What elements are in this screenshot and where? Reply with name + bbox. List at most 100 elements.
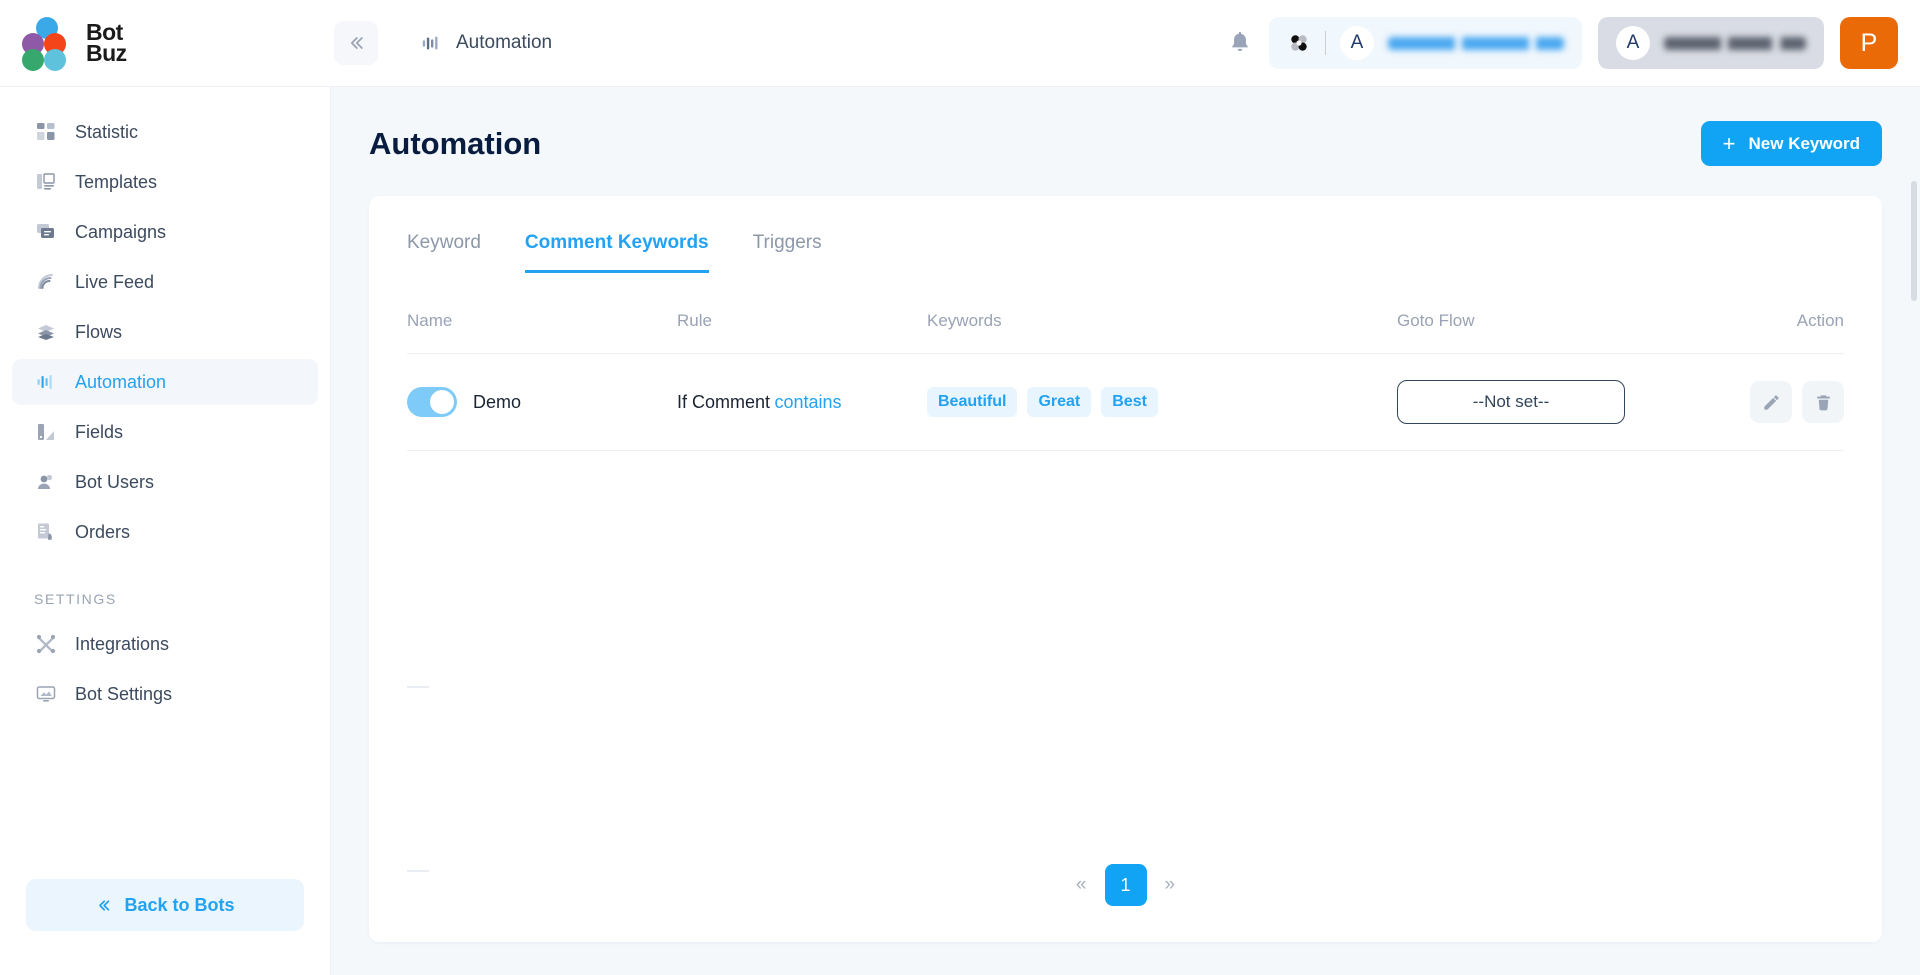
column-header-keywords: Keywords bbox=[927, 311, 1397, 354]
edit-row-button[interactable] bbox=[1750, 381, 1792, 423]
chip-divider bbox=[1325, 31, 1326, 55]
live-feed-signal-icon bbox=[34, 270, 58, 294]
topbar-right-group: A A P bbox=[1227, 17, 1920, 69]
sidebar-item-label: Orders bbox=[75, 521, 131, 542]
main-content: Automation + New Keyword Keyword Comment… bbox=[331, 87, 1920, 975]
templates-icon bbox=[34, 170, 58, 194]
row-name: Demo bbox=[473, 391, 522, 412]
new-keyword-button[interactable]: + New Keyword bbox=[1700, 121, 1882, 166]
tab-comment-keywords[interactable]: Comment Keywords bbox=[524, 232, 709, 273]
tab-bar: Keyword Comment Keywords Triggers bbox=[407, 196, 1844, 273]
pencil-icon bbox=[1763, 394, 1779, 410]
clover-icon bbox=[1291, 35, 1307, 51]
column-header-goto-flow: Goto Flow bbox=[1397, 311, 1727, 354]
sidebar-item-label: Fields bbox=[75, 421, 124, 442]
column-header-rule: Rule bbox=[677, 311, 927, 354]
integrations-puzzle-icon bbox=[34, 632, 58, 656]
workspace-avatar: A bbox=[1340, 26, 1374, 60]
goto-flow-select[interactable]: --Not set-- bbox=[1397, 380, 1625, 424]
notification-bell-icon[interactable] bbox=[1227, 28, 1253, 58]
sidebar-item-label: Automation bbox=[75, 371, 167, 392]
bot-settings-monitor-icon bbox=[34, 682, 58, 706]
sidebar-item-integrations[interactable]: Integrations bbox=[12, 621, 318, 667]
logo-dot-green bbox=[22, 49, 44, 71]
column-header-name: Name bbox=[407, 311, 677, 354]
body-row: Statistic Templates Campaigns Live Feed … bbox=[0, 87, 1920, 975]
cell-action bbox=[1727, 353, 1844, 451]
table-row: Demo If Comment contains Beautiful Great… bbox=[407, 353, 1844, 451]
ghost-mark bbox=[407, 686, 429, 688]
row-rule-prefix: If Comment bbox=[677, 391, 771, 412]
workspace-selector[interactable]: A bbox=[1269, 17, 1582, 69]
sidebar: Statistic Templates Campaigns Live Feed … bbox=[0, 87, 331, 975]
sidebar-item-live-feed[interactable]: Live Feed bbox=[12, 259, 318, 305]
scrollbar-thumb[interactable] bbox=[1911, 181, 1917, 301]
page-header: Automation + New Keyword bbox=[369, 121, 1882, 166]
empty-row-markers bbox=[407, 686, 429, 975]
campaigns-chat-icon bbox=[34, 220, 58, 244]
back-to-bots-button[interactable]: Back to Bots bbox=[26, 879, 304, 931]
pagination-next-button[interactable]: » bbox=[1165, 874, 1176, 896]
sidebar-item-flows[interactable]: Flows bbox=[12, 309, 318, 355]
cell-name: Demo bbox=[407, 353, 677, 451]
sidebar-item-statistic[interactable]: Statistic bbox=[12, 109, 318, 155]
brand-line-2: Buz bbox=[86, 40, 127, 66]
breadcrumb: Automation bbox=[420, 32, 552, 54]
account-name-blurred bbox=[1664, 36, 1806, 50]
fields-icon bbox=[34, 420, 58, 444]
profile-button[interactable]: P bbox=[1840, 17, 1898, 69]
sidebar-item-campaigns[interactable]: Campaigns bbox=[12, 209, 318, 255]
sidebar-item-bot-settings[interactable]: Bot Settings bbox=[12, 671, 318, 717]
orders-receipt-icon bbox=[34, 520, 58, 544]
app-root: Bot Buz Automation A A P Statistic Templ… bbox=[0, 0, 1920, 975]
automation-bars-icon bbox=[422, 36, 438, 50]
brand-text: Bot Buz bbox=[86, 20, 127, 66]
pagination-prev-button[interactable]: « bbox=[1076, 874, 1087, 896]
statistic-grid-icon bbox=[34, 120, 58, 144]
trash-icon bbox=[1816, 394, 1830, 410]
row-enable-toggle[interactable] bbox=[407, 387, 457, 417]
sidebar-item-automation[interactable]: Automation bbox=[12, 359, 318, 405]
sidebar-item-label: Templates bbox=[75, 171, 158, 192]
breadcrumb-label: Automation bbox=[456, 32, 553, 53]
back-to-bots-label: Back to Bots bbox=[124, 894, 235, 915]
sidebar-collapse-button[interactable] bbox=[334, 21, 378, 65]
automation-bars-icon bbox=[34, 370, 58, 394]
keyword-badge: Best bbox=[1101, 387, 1158, 417]
delete-row-button[interactable] bbox=[1802, 381, 1844, 423]
tab-keyword[interactable]: Keyword bbox=[407, 232, 481, 273]
flows-layers-icon bbox=[34, 320, 58, 344]
brand-logo[interactable]: Bot Buz bbox=[0, 17, 330, 71]
keyword-badge: Beautiful bbox=[927, 387, 1018, 417]
sidebar-item-label: Flows bbox=[75, 321, 123, 342]
tab-triggers[interactable]: Triggers bbox=[753, 232, 822, 273]
table-header-row: Name Rule Keywords Goto Flow Action bbox=[407, 311, 1844, 354]
sidebar-item-templates[interactable]: Templates bbox=[12, 159, 318, 205]
plus-icon: + bbox=[1722, 130, 1736, 156]
cell-goto-flow: --Not set-- bbox=[1397, 353, 1727, 451]
sidebar-item-label: Campaigns bbox=[75, 221, 167, 242]
pagination: « 1 » bbox=[369, 864, 1882, 906]
toggle-knob bbox=[430, 390, 454, 414]
sidebar-item-label: Integrations bbox=[75, 633, 170, 654]
content-card: Keyword Comment Keywords Triggers Name R… bbox=[369, 196, 1882, 942]
chevron-double-left-icon bbox=[99, 899, 110, 911]
keywords-table: Name Rule Keywords Goto Flow Action Demo… bbox=[407, 311, 1844, 451]
pagination-page-1[interactable]: 1 bbox=[1104, 864, 1147, 906]
sidebar-item-label: Bot Users bbox=[75, 471, 155, 492]
row-rule-operator[interactable]: contains bbox=[774, 392, 841, 412]
account-selector[interactable]: A bbox=[1598, 17, 1824, 69]
users-icon bbox=[34, 470, 58, 494]
bell-glyph bbox=[1232, 31, 1248, 52]
sidebar-item-orders[interactable]: Orders bbox=[12, 509, 318, 555]
page-title: Automation bbox=[369, 125, 542, 161]
sidebar-item-bot-users[interactable]: Bot Users bbox=[12, 459, 318, 505]
chevron-double-left-icon bbox=[350, 37, 363, 49]
logo-dot-cyan bbox=[44, 49, 66, 71]
sidebar-item-label: Bot Settings bbox=[75, 683, 173, 704]
sidebar-item-fields[interactable]: Fields bbox=[12, 409, 318, 455]
keyword-badge: Great bbox=[1027, 387, 1092, 417]
cell-rule: If Comment contains bbox=[677, 353, 927, 451]
page-scrollbar[interactable] bbox=[1910, 175, 1918, 975]
new-keyword-label: New Keyword bbox=[1748, 133, 1860, 153]
